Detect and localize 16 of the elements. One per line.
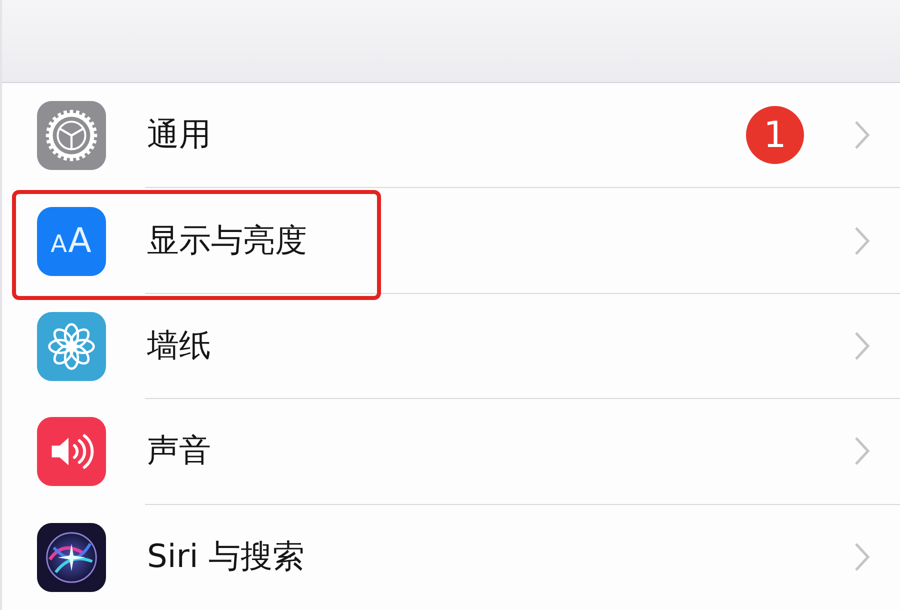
font-size-icon: AA: [37, 206, 106, 276]
row-label: 显示与亮度: [147, 220, 308, 261]
row-label: Siri 与搜索: [147, 536, 306, 578]
chevron-icon: [854, 331, 870, 362]
gear-icon: [37, 101, 106, 170]
row-label: 声音: [147, 430, 212, 472]
chevron-icon: [854, 436, 870, 466]
chevron-icon: [854, 226, 870, 256]
orb-icon: [37, 522, 106, 592]
row-label: 墙纸: [147, 325, 212, 366]
notification-badge: 1: [746, 106, 804, 164]
row-label: 通用: [147, 114, 212, 156]
speaker-icon: [37, 417, 106, 486]
flower-icon: [37, 312, 106, 382]
chevron-icon: [854, 120, 870, 150]
chevron-icon: [854, 542, 870, 572]
